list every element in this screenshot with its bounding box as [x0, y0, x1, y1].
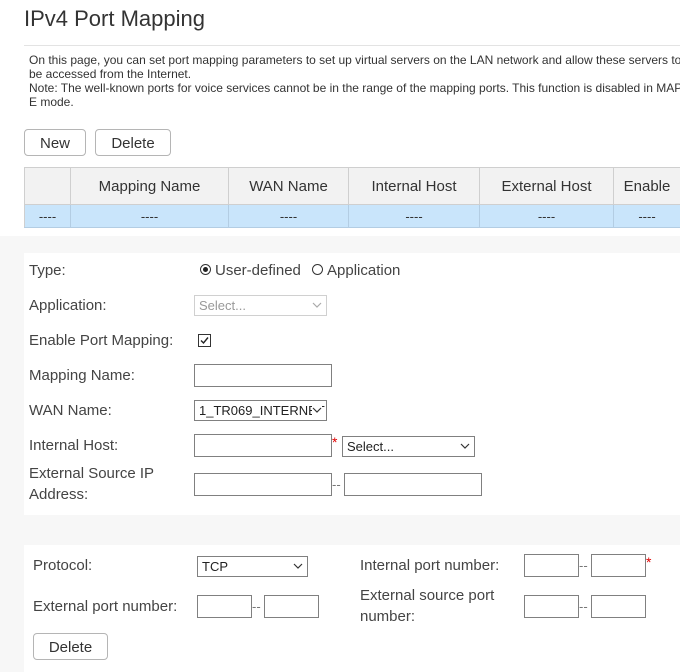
description-line: be accessed from the Internet. [29, 67, 192, 81]
column-header-enable: Enable [613, 167, 680, 205]
column-header-internal-host: Internal Host [348, 167, 480, 205]
application-select-value: Select... [199, 298, 246, 313]
table-cell: ---- [228, 204, 349, 228]
protocol-label: Protocol: [33, 557, 93, 574]
protocol-select-value: TCP [202, 559, 228, 574]
external-source-port-start-input[interactable] [524, 595, 579, 618]
external-source-port-label-line: External source port [360, 587, 495, 604]
panel-gap [0, 515, 680, 545]
page-description: On this page, you can set port mapping p… [29, 53, 680, 109]
column-header-external-host: External Host [479, 167, 614, 205]
wan-name-select-value: 1_TR069_INTERNET [199, 403, 325, 418]
chevron-down-icon [460, 443, 470, 449]
type-application-radio[interactable] [312, 264, 323, 275]
chevron-down-icon [312, 405, 322, 415]
internal-port-start-input[interactable] [524, 554, 579, 577]
table-cell: ---- [479, 204, 614, 228]
table-cell: ---- [24, 204, 71, 228]
panel-gutter [0, 545, 24, 672]
internal-port-end-input[interactable] [591, 554, 646, 577]
enable-port-mapping-label: Enable Port Mapping: [29, 332, 174, 349]
range-separator: -- [579, 599, 588, 614]
external-source-ip-label-line: External Source IP [29, 465, 155, 482]
table-cell: ---- [70, 204, 229, 228]
range-separator: -- [579, 558, 588, 573]
external-port-start-input[interactable] [197, 595, 252, 618]
external-source-ip-label: External Source IP Address: [29, 463, 154, 505]
internal-host-select[interactable]: Select... [342, 436, 475, 457]
wan-name-select[interactable]: 1_TR069_INTERNET [194, 400, 327, 421]
internal-host-input[interactable] [194, 434, 332, 457]
external-port-end-input[interactable] [264, 595, 319, 618]
chevron-down-icon [293, 563, 303, 569]
type-application-label[interactable]: Application [327, 260, 400, 281]
panel-gap [0, 236, 680, 253]
delete-port-button[interactable]: Delete [33, 633, 108, 660]
external-source-port-label: External source port number: [360, 585, 494, 627]
application-label: Application: [29, 297, 107, 314]
column-header-mapping-name: Mapping Name [70, 167, 229, 205]
external-source-ip-label-line: Address: [29, 486, 89, 503]
delete-button[interactable]: Delete [95, 129, 171, 156]
application-select[interactable]: Select... [194, 295, 327, 316]
type-label: Type: [29, 262, 66, 279]
range-separator: -- [332, 477, 341, 492]
type-user-defined-label[interactable]: User-defined [215, 260, 301, 281]
enable-port-mapping-checkbox[interactable] [198, 334, 211, 347]
table-header-row: Mapping Name WAN Name Internal Host Exte… [24, 167, 680, 205]
table-cell: ---- [613, 204, 680, 228]
new-button[interactable]: New [24, 129, 86, 156]
table-row[interactable]: ---- ---- ---- ---- ---- ---- [24, 204, 680, 228]
external-source-port-label-line: number: [360, 608, 416, 625]
range-separator: -- [252, 599, 261, 614]
mapping-table: Mapping Name WAN Name Internal Host Exte… [24, 167, 680, 228]
external-source-ip-end-input[interactable] [344, 473, 482, 496]
table-cell: ---- [348, 204, 480, 228]
check-icon [200, 337, 209, 345]
page-title: IPv4 Port Mapping [24, 6, 205, 31]
chevron-down-icon [312, 302, 322, 308]
description-line: E mode. [29, 95, 74, 109]
protocol-select[interactable]: TCP [197, 556, 308, 577]
description-line: On this page, you can set port mapping p… [29, 53, 680, 67]
required-star: * [332, 434, 338, 450]
external-source-ip-start-input[interactable] [194, 473, 332, 496]
panel-gutter [0, 253, 24, 515]
title-divider [24, 45, 680, 46]
type-user-defined-radio[interactable] [200, 264, 211, 275]
external-port-label: External port number: [33, 598, 178, 615]
column-header-select [24, 167, 71, 205]
internal-host-select-value: Select... [347, 439, 394, 454]
internal-host-label: Internal Host: [29, 437, 119, 454]
internal-port-label: Internal port number: [360, 557, 500, 574]
description-line: Note: The well-known ports for voice ser… [29, 81, 680, 95]
wan-name-label: WAN Name: [29, 402, 112, 419]
column-header-wan-name: WAN Name [228, 167, 349, 205]
mapping-name-label: Mapping Name: [29, 367, 135, 384]
mapping-name-input[interactable] [194, 364, 332, 387]
external-source-port-end-input[interactable] [591, 595, 646, 618]
required-star: * [646, 554, 652, 570]
